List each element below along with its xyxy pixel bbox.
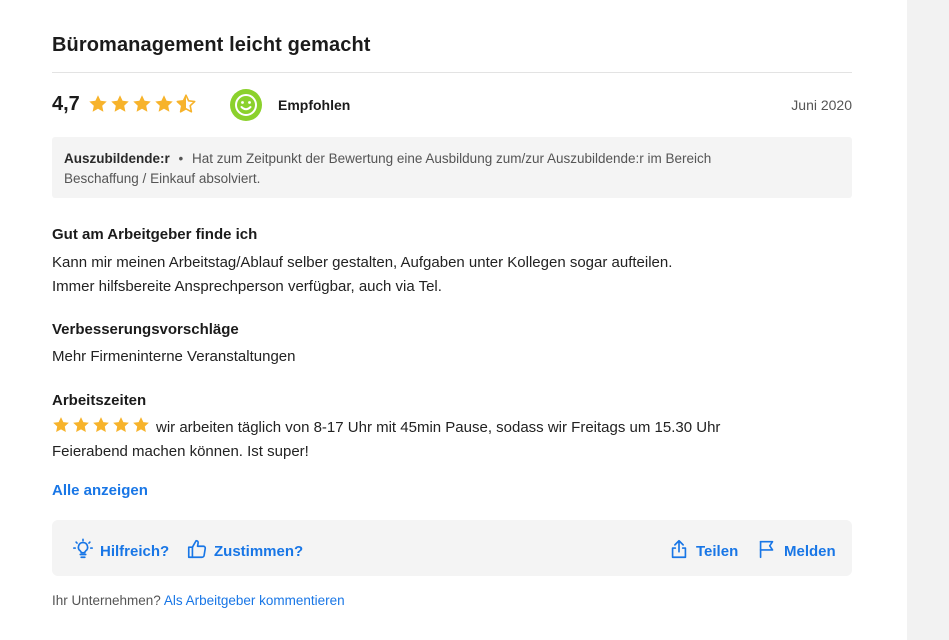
share-icon [668,538,690,564]
overall-score: 4,7 [52,93,80,115]
rating-row: 4,7 Empfohlen Juni 2020 [52,89,852,121]
text-line: Feierabend machen können. Ist super! [52,443,309,460]
thumbs-up-icon [186,538,208,564]
title-divider [52,72,852,73]
star-icon [113,417,129,433]
lightbulb-icon [72,538,94,564]
section-title-improvements: Verbesserungsvorschläge [52,321,239,338]
star-icon [133,417,149,433]
helpful-label: Hilfreich? [100,542,170,560]
action-bar: Hilfreich? Zustimmen? Teilen Melden [52,520,852,576]
share-label: Teilen [696,542,739,560]
agree-button[interactable]: Zustimmen? [186,538,303,564]
section-title-working-hours: Arbeitszeiten [52,392,147,409]
footer-question: Ihr Unternehmen? [52,593,161,608]
section-text-positives: Kann mir meinen Arbeitstag/Ablauf selber… [52,251,812,299]
agree-label: Zustimmen? [214,542,304,560]
star-icon [176,94,196,113]
report-button[interactable]: Melden [756,538,836,564]
report-label: Melden [784,542,836,560]
text-line: Immer hilfsbereite Ansprechperson verfüg… [52,278,442,295]
recommendation-label: Empfohlen [278,97,351,113]
review-title: Büromanagement leicht gemacht [52,34,371,56]
separator-dot: • [178,151,184,166]
text-line: Kann mir meinen Arbeitstag/Ablauf selber… [52,254,673,271]
star-icon [93,417,109,433]
star-icon [155,95,173,112]
text-line: wir arbeiten täglich von 8-17 Uhr mit 45… [52,416,812,440]
helpful-button[interactable]: Hilfreich? [72,538,169,564]
reviewer-info: Auszubildende:r • Hat zum Zeitpunkt der … [64,149,784,189]
smiley-icon [230,89,262,121]
section-text-working-hours: wir arbeiten täglich von 8-17 Uhr mit 45… [52,416,812,464]
text-line-content: wir arbeiten täglich von 8-17 Uhr mit 45… [156,419,721,436]
working-hours-star-rating [52,416,150,434]
review-date: Juni 2020 [791,97,852,113]
text-line: Mehr Firmeninterne Veranstaltungen [52,348,296,365]
employer-comment-link[interactable]: Als Arbeitgeber kommentieren [164,593,345,608]
star-icon [133,95,151,112]
star-icon [111,95,129,112]
section-title-positives: Gut am Arbeitgeber finde ich [52,226,258,243]
flag-icon [756,538,778,564]
reviewer-info-box: Auszubildende:r • Hat zum Zeitpunkt der … [52,137,852,198]
star-icon [89,95,107,112]
right-panel-background [907,0,949,640]
employer-footer: Ihr Unternehmen? Als Arbeitgeber komment… [52,593,345,608]
share-button[interactable]: Teilen [668,538,738,564]
overall-star-rating [88,94,196,114]
reviewer-role: Auszubildende:r [64,151,170,166]
section-text-improvements: Mehr Firmeninterne Veranstaltungen [52,345,812,369]
show-all-link[interactable]: Alle anzeigen [52,482,148,499]
star-icon [53,417,69,433]
star-icon [73,417,89,433]
